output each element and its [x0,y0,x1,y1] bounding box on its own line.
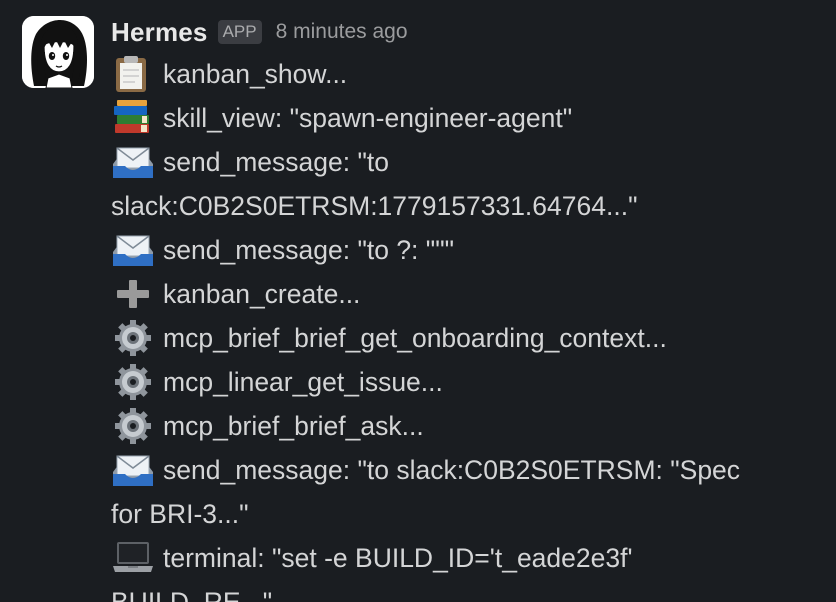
chat-message: Hermes APP 8 minutes ago kanban_show... [0,0,836,602]
tool-line-text: kanban_create... [163,279,361,309]
tool-line-continuation: for BRI-3..." [111,492,811,536]
tool-line: kanban_show... [111,52,811,96]
laptop-icon [111,536,155,580]
gear-icon [111,404,155,448]
message-header: Hermes APP 8 minutes ago [111,14,408,50]
tool-line-continuation: BUILD_RE..." [111,580,811,602]
books-icon [111,96,155,140]
tool-line: mcp_brief_brief_ask... [111,404,811,448]
timestamp[interactable]: 8 minutes ago [276,20,408,44]
sender-name[interactable]: Hermes [111,17,208,48]
tool-line-text: kanban_show... [163,59,348,89]
tool-line: mcp_brief_brief_get_onboarding_context..… [111,316,811,360]
tool-line-text: mcp_brief_brief_ask... [163,411,424,441]
tool-line-text: send_message: "to ?: """ [163,235,455,265]
tool-line-text: mcp_brief_brief_get_onboarding_context..… [163,323,667,353]
tool-line-continuation: slack:C0B2S0ETRSM:1779157331.64764..." [111,184,811,228]
tool-line-text: slack:C0B2S0ETRSM:1779157331.64764..." [111,191,638,221]
plus-icon [111,272,155,316]
tool-line: mcp_linear_get_issue... [111,360,811,404]
tool-line: send_message: "to [111,140,811,184]
tool-line: kanban_create... [111,272,811,316]
gear-icon [111,360,155,404]
gear-icon [111,316,155,360]
tool-line: skill_view: "spawn-engineer-agent" [111,96,811,140]
clipboard-icon [111,52,155,96]
tool-line-text: BUILD_RE..." [111,587,273,602]
avatar[interactable] [22,16,94,88]
envelope-tray-icon [111,448,155,492]
app-badge: APP [217,20,262,44]
tool-line-text: mcp_linear_get_issue... [163,367,443,397]
tool-line-text: send_message: "to slack:C0B2S0ETRSM: "Sp… [163,455,741,485]
anime-girl-avatar-icon [22,16,94,88]
tool-line: terminal: "set -e BUILD_ID='t_eade2e3f' [111,536,811,580]
envelope-tray-icon [111,140,155,184]
message-body: kanban_show... skill_view: "spawn-engine… [111,52,811,602]
tool-line: send_message: "to ?: """ [111,228,811,272]
tool-line: send_message: "to slack:C0B2S0ETRSM: "Sp… [111,448,811,492]
tool-line-text: for BRI-3..." [111,499,249,529]
tool-line-text: terminal: "set -e BUILD_ID='t_eade2e3f' [163,543,633,573]
tool-line-text: send_message: "to [163,147,389,177]
envelope-tray-icon [111,228,155,272]
tool-line-text: skill_view: "spawn-engineer-agent" [163,103,573,133]
